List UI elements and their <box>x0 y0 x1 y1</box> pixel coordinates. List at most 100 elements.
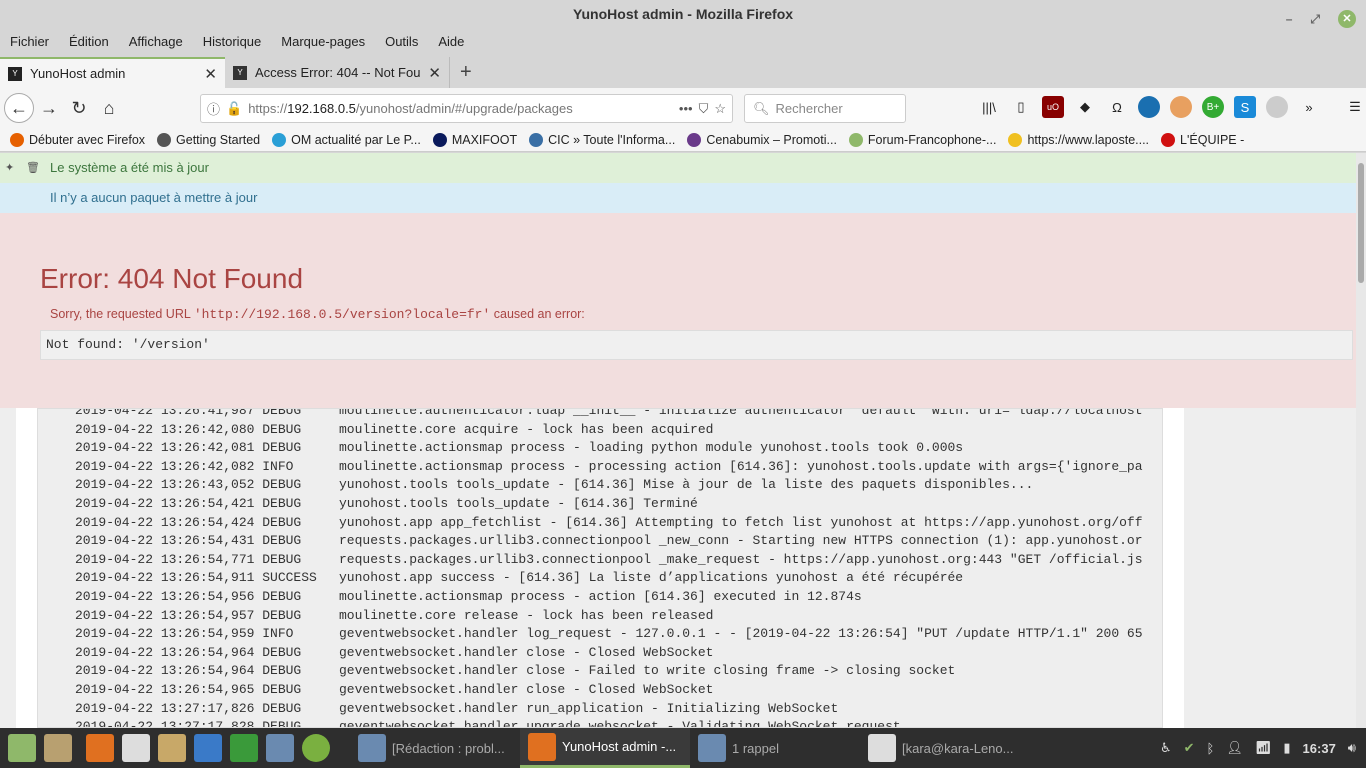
close-window-button[interactable]: ✕ <box>1338 10 1356 28</box>
sidebar-icon[interactable]: ▯ <box>1010 96 1032 118</box>
info-icon[interactable]: ⓘ <box>207 99 220 118</box>
close-tab-icon[interactable]: ✕ <box>204 65 217 83</box>
window-title: YunoHost admin - Mozilla Firefox <box>572 6 794 22</box>
bookmark-item[interactable]: CIC » Toute l'Informa... <box>529 132 675 147</box>
log-message: geventwebsocket.handler log_request - 12… <box>339 626 1143 642</box>
hamburger-menu-icon[interactable]: ☰ <box>1344 96 1366 118</box>
forward-button[interactable]: → <box>34 93 64 123</box>
taskbar-window-redaction[interactable]: [Rédaction : probl... <box>350 728 520 768</box>
log-message: geventwebsocket.handler run_application … <box>339 700 839 716</box>
error-detail: Not found: '/version' <box>40 330 1353 360</box>
thunderbird-launcher-icon[interactable] <box>266 734 294 762</box>
navigation-toolbar: ← → ↻ ⌂ ⓘ 🔓 https://192.168.0.5/yunohost… <box>0 88 1366 128</box>
scrollbar-thumb[interactable] <box>1358 163 1364 283</box>
menu-item[interactable]: Marque-pages <box>281 28 365 55</box>
overflow-chevron-icon[interactable]: » <box>1298 96 1320 118</box>
extension-bell-icon[interactable]: ◆ <box>1074 96 1096 118</box>
bluetooth-icon[interactable]: ᛒ <box>1207 741 1215 756</box>
log-message: requests.packages.urllib3.connectionpool… <box>339 551 1143 567</box>
bookmark-item[interactable]: MAXIFOOT <box>432 132 517 147</box>
taskbar-window-reminder[interactable]: 1 rappel <box>690 728 860 768</box>
taskbar-window-terminal[interactable]: [kara@kara-Leno... <box>860 728 1030 768</box>
bookmark-item[interactable]: https://www.laposte.... <box>1008 132 1150 147</box>
library-icon[interactable]: |||\ <box>978 96 1000 118</box>
battery-icon[interactable]: ▮ <box>1283 740 1290 756</box>
taskbar-window-firefox[interactable]: YunoHost admin -... <box>520 728 690 768</box>
writer-launcher-icon[interactable] <box>194 734 222 762</box>
bookmark-item[interactable]: Forum-Francophone-... <box>848 132 996 147</box>
extension-bplus-icon[interactable]: B+ <box>1202 96 1224 118</box>
log-timestamp: 2019-04-22 13:26:54,431 DEBUG <box>75 533 302 549</box>
bookmark-label: https://www.laposte.... <box>1027 132 1150 147</box>
menu-item[interactable]: Historique <box>203 28 262 55</box>
log-timestamp: 2019-04-22 13:26:54,424 DEBUG <box>75 514 302 530</box>
error-title: Error: 404 Not Found <box>40 263 304 294</box>
terminal-launcher-icon[interactable] <box>122 734 150 762</box>
reload-button[interactable]: ↻ <box>64 93 94 123</box>
tab-label: Access Error: 404 -- Not Found <box>255 65 421 80</box>
bookmark-label: Débuter avec Firefox <box>29 132 146 147</box>
bookmark-favicon-icon <box>10 132 24 147</box>
ublock-icon[interactable]: uO <box>1042 96 1064 118</box>
page-actions-icon[interactable]: ••• <box>679 101 693 116</box>
page-scrollbar[interactable] <box>1356 153 1366 728</box>
search-box[interactable]: 🔍︎ Rechercher <box>744 94 906 123</box>
tab-access-error[interactable]: Y Access Error: 404 -- Not Found ✕ <box>225 57 450 88</box>
volume-icon[interactable]: 🔊︎ <box>1348 740 1356 756</box>
log-timestamp: 2019-04-22 13:26:43,052 DEBUG <box>75 477 302 493</box>
bookmark-item[interactable]: L'ÉQUIPE - <box>1161 132 1245 147</box>
menu-item[interactable]: Aide <box>438 28 464 55</box>
files-launcher-icon[interactable] <box>158 734 186 762</box>
log-timestamp: 2019-04-22 13:26:54,959 INFO <box>75 626 294 642</box>
trash-icon[interactable]: 🗑︎ <box>26 153 40 183</box>
search-icon: 🔍︎ <box>753 100 770 116</box>
close-tab-icon[interactable]: ✕ <box>428 64 441 82</box>
bookmark-item[interactable]: Débuter avec Firefox <box>10 132 146 147</box>
extension-omega-icon[interactable]: Ω <box>1106 96 1128 118</box>
calc-launcher-icon[interactable] <box>230 734 258 762</box>
menu-item[interactable]: Outils <box>385 28 418 55</box>
thunderbird-icon <box>698 734 726 762</box>
bookmark-star-icon[interactable]: ☆ <box>714 101 726 117</box>
extension-earth-icon[interactable] <box>1170 96 1192 118</box>
extension-s-icon[interactable]: S <box>1234 96 1256 118</box>
log-timestamp: 2019-04-22 13:26:54,964 DEBUG <box>75 663 302 679</box>
firefox-launcher-icon[interactable] <box>86 734 114 762</box>
insecure-lock-icon[interactable]: 🔓 <box>226 101 242 117</box>
log-message: yunohost.app success - [614.36] La liste… <box>339 570 964 586</box>
url-bar[interactable]: ⓘ 🔓 https://192.168.0.5/yunohost/admin/#… <box>200 94 733 123</box>
home-button[interactable]: ⌂ <box>94 93 124 123</box>
clock[interactable]: 16:37 <box>1303 741 1336 756</box>
pocket-icon[interactable]: ⛉ <box>699 101 709 117</box>
extension-user-icon[interactable] <box>1266 96 1288 118</box>
bookmark-item[interactable]: Cenabumix – Promoti... <box>687 132 837 147</box>
bookmark-label: L'ÉQUIPE - <box>1180 132 1245 147</box>
bookmark-favicon-icon <box>432 132 447 147</box>
keepass-launcher-icon[interactable] <box>302 734 330 762</box>
log-message: geventwebsocket.handler close - Closed W… <box>339 644 714 660</box>
update-shield-icon[interactable]: ✔ <box>1184 740 1195 756</box>
mint-menu-icon[interactable] <box>8 734 36 762</box>
bookmark-item[interactable]: Getting Started <box>157 132 260 147</box>
menu-item[interactable]: Édition <box>69 28 109 55</box>
tab-yunohost-admin[interactable]: Y YunoHost admin ✕ <box>0 57 225 88</box>
url-text[interactable]: https://192.168.0.5/yunohost/admin/#/upg… <box>248 101 673 116</box>
extension-globe-icon[interactable] <box>1138 96 1160 118</box>
bookmark-label: OM actualité par Le P... <box>291 132 421 147</box>
user-icon[interactable]: 👤︎ <box>1226 740 1243 756</box>
new-tab-button[interactable]: + <box>450 57 482 88</box>
accessibility-icon[interactable]: ♿︎ <box>1160 740 1172 756</box>
maximize-button[interactable]: ⤢ <box>1310 5 1320 33</box>
log-output[interactable]: 2019-04-22 13:26:41,987 DEBUG moulinette.… <box>37 408 1163 728</box>
show-desktop-icon[interactable] <box>44 734 72 762</box>
pin-icon[interactable]: ✦ <box>5 153 14 183</box>
wifi-icon[interactable]: 📶︎ <box>1255 740 1272 756</box>
log-container: 2019-04-22 13:26:41,987 DEBUG moulinette.… <box>16 408 1184 728</box>
bookmark-item[interactable]: OM actualité par Le P... <box>272 132 421 147</box>
back-button[interactable]: ← <box>4 93 34 123</box>
alert-info: Il n’y a aucun paquet à mettre à jour <box>0 183 1356 213</box>
log-message: moulinette.core acquire - lock has been … <box>339 421 714 437</box>
menu-item[interactable]: Fichier <box>10 28 49 55</box>
minimize-button[interactable]: – <box>1286 5 1293 33</box>
menu-item[interactable]: Affichage <box>129 28 183 55</box>
